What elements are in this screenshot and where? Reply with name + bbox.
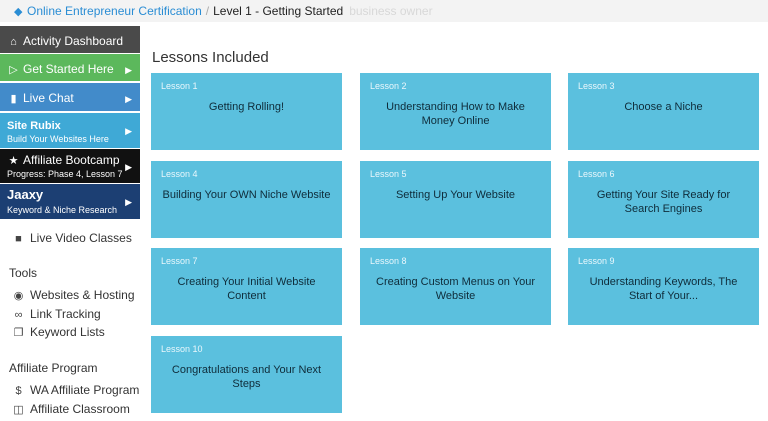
lesson-title: Understanding How to Make Money Online (386, 101, 525, 127)
sidebar-item-label: Affiliate Classroom (30, 402, 130, 416)
lesson-number: Lesson 1 (161, 81, 198, 91)
lesson-title: Choose a Niche (624, 101, 703, 113)
sidebar-item-label: Affiliate Bootcamp (23, 153, 120, 167)
sidebar-item-label: Keyword Lists (30, 325, 105, 339)
sidebar-item-label: Link Tracking (30, 307, 101, 321)
sidebar-item-label: Activity Dashboard (23, 34, 124, 48)
lesson-number: Lesson 7 (161, 256, 198, 266)
sidebar-item-label: Live Chat (23, 91, 74, 105)
lesson-card[interactable]: Lesson 1 Getting Rolling! (151, 73, 342, 150)
jaaxy-subtitle: Keyword & Niche Research (7, 205, 118, 215)
lesson-number: Lesson 10 (161, 344, 203, 354)
chevron-right-icon: ▶ (125, 65, 132, 75)
siterubix-subtitle: Build Your Websites Here (7, 134, 109, 144)
siterubix-logo: Site Rubix (7, 120, 61, 132)
sidebar-item-live-chat[interactable]: ▮ Live Chat ▶ (0, 83, 140, 111)
breadcrumb-separator: / (205, 4, 210, 18)
chevron-right-icon: ▶ (125, 126, 132, 136)
copy-icon: ❐ (13, 327, 24, 339)
lesson-card[interactable]: Lesson 10 Congratulations and Your Next … (151, 336, 342, 413)
sidebar-item-label: Websites & Hosting (30, 288, 135, 302)
ribbon-icon: ◆ (14, 6, 23, 18)
sidebar-item-get-started[interactable]: ▷ Get Started Here ▶ (0, 54, 140, 81)
sidebar-item-label: Get Started Here (23, 62, 114, 76)
breadcrumb-current: Level 1 - Getting Started (213, 4, 344, 18)
sidebar-item-siterubix[interactable]: Site Rubix Build Your Websites Here ▶ (0, 113, 140, 148)
sidebar-item-websites-hosting[interactable]: ◉ Websites & Hosting (12, 288, 135, 302)
affiliate-program-heading: Affiliate Program (9, 361, 98, 375)
sidebar-item-label: Live Video Classes (30, 231, 132, 245)
lesson-number: Lesson 8 (370, 256, 407, 266)
sidebar: ⌂ Activity Dashboard ▷ Get Started Here ▶ … (0, 23, 140, 421)
chevron-right-icon: ▶ (125, 94, 132, 104)
play-circle-icon: ▷ (9, 64, 18, 76)
lesson-card[interactable]: Lesson 5 Setting Up Your Website (360, 161, 551, 238)
lesson-card[interactable]: Lesson 3 Choose a Niche (568, 73, 759, 150)
lesson-title: Building Your OWN Niche Website (162, 189, 331, 201)
lesson-number: Lesson 2 (370, 81, 407, 91)
lesson-card[interactable]: Lesson 8 Creating Custom Menus on Your W… (360, 248, 551, 325)
sidebar-item-keyword-lists[interactable]: ❐ Keyword Lists (12, 325, 105, 339)
chat-bubble-icon: ▮ (10, 93, 17, 105)
dollar-icon: $ (15, 385, 22, 397)
breadcrumb-ghost-text: business owner (349, 4, 433, 18)
sidebar-item-label: WA Affiliate Program (30, 383, 140, 397)
lesson-card[interactable]: Lesson 6 Getting Your Site Ready for Sea… (568, 161, 759, 238)
link-icon: ∞ (14, 309, 23, 321)
lesson-number: Lesson 4 (161, 169, 198, 179)
tools-heading: Tools (9, 266, 38, 280)
lesson-number: Lesson 9 (578, 256, 615, 266)
lesson-title: Getting Your Site Ready for Search Engin… (596, 189, 731, 215)
lesson-number: Lesson 3 (578, 81, 615, 91)
bootcamp-progress: Progress: Phase 4, Lesson 7 (7, 169, 123, 179)
page-title: Lessons Included (152, 49, 269, 66)
breadcrumb-root-link[interactable]: Online Entrepreneur Certification (27, 4, 202, 18)
book-icon: ◫ (13, 404, 24, 416)
sidebar-item-wa-affiliate-program[interactable]: $ WA Affiliate Program (12, 383, 139, 397)
lesson-title: Creating Your Initial Website Content (177, 276, 316, 302)
sidebar-item-affiliate-bootcamp[interactable]: ★ Affiliate Bootcamp Progress: Phase 4, L… (0, 149, 140, 183)
lesson-title: Creating Custom Menus on Your Website (376, 276, 535, 302)
jaaxy-logo: Jaaxy (7, 187, 44, 202)
lesson-number: Lesson 6 (578, 169, 615, 179)
lesson-number: Lesson 5 (370, 169, 407, 179)
lesson-title: Setting Up Your Website (395, 189, 516, 201)
lesson-card[interactable]: Lesson 7 Creating Your Initial Website C… (151, 248, 342, 325)
chevron-right-icon: ▶ (125, 162, 132, 172)
sidebar-item-activity-dashboard[interactable]: ⌂ Activity Dashboard (0, 26, 140, 53)
star-icon: ★ (8, 155, 19, 167)
breadcrumb: ◆ Online Entrepreneur Certification / Level… (0, 0, 768, 22)
home-icon: ⌂ (10, 36, 17, 48)
chevron-right-icon: ▶ (125, 197, 132, 207)
sidebar-item-jaaxy[interactable]: Jaaxy Keyword & Niche Research ▶ (0, 184, 140, 219)
lesson-card[interactable]: Lesson 2 Understanding How to Make Money… (360, 73, 551, 150)
lesson-card[interactable]: Lesson 4 Building Your OWN Niche Website (151, 161, 342, 238)
sidebar-item-link-tracking[interactable]: ∞ Link Tracking (12, 307, 101, 321)
lesson-title: Congratulations and Your Next Steps (171, 364, 322, 390)
sidebar-item-live-video-classes[interactable]: ■ Live Video Classes (12, 231, 132, 245)
lesson-title: Understanding Keywords, The Start of You… (589, 276, 738, 302)
lesson-title: Getting Rolling! (208, 101, 285, 113)
lesson-card[interactable]: Lesson 9 Understanding Keywords, The Sta… (568, 248, 759, 325)
globe-icon: ◉ (13, 290, 24, 302)
video-camera-icon: ■ (15, 233, 22, 245)
sidebar-item-affiliate-classroom[interactable]: ◫ Affiliate Classroom (12, 402, 130, 416)
